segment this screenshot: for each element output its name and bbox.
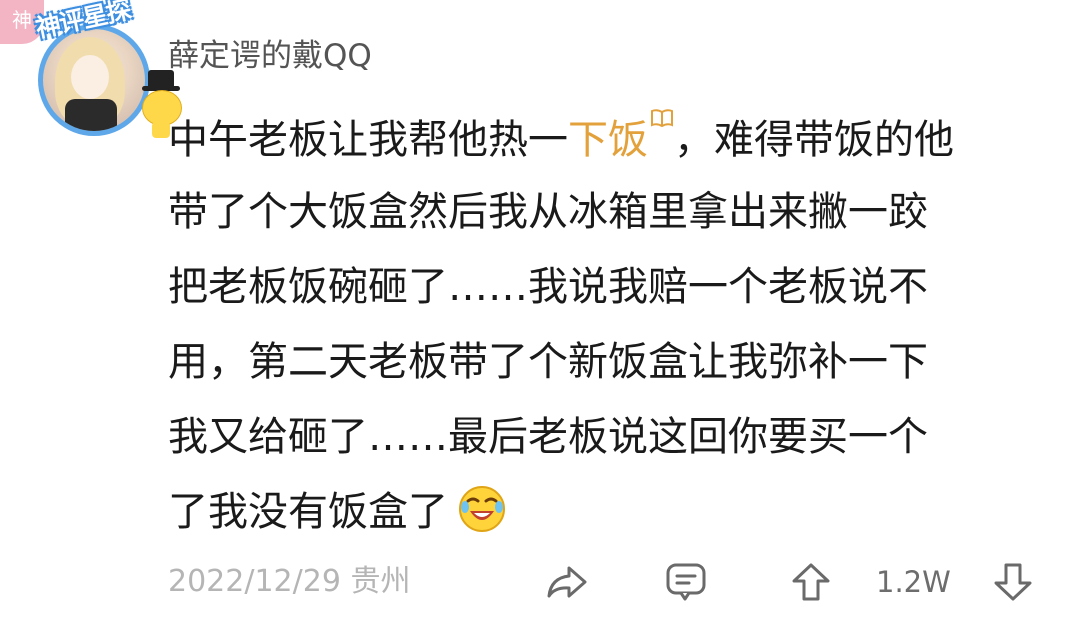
downvote-button[interactable] [992, 560, 1034, 604]
share-button[interactable] [545, 560, 589, 604]
comment-line: 带了个大饭盒然后我从冰箱里拿出来撇一跤 [168, 189, 928, 235]
post-date-location: 2022/12/29 贵州 [168, 564, 411, 599]
comment-line: 我又给砸了……最后老板说这回你要买一个 [168, 414, 928, 460]
comment-button[interactable] [665, 560, 707, 604]
vote-count: 1.2W [876, 565, 951, 599]
book-icon [651, 109, 673, 128]
comment-text-segment: ，难得带饭的他 [674, 117, 954, 163]
comment-line: 把老板饭碗砸了……我说我赔一个老板说不 [168, 264, 928, 310]
keyword-link[interactable]: 下饭 [568, 109, 674, 163]
comment-bubble-icon [666, 563, 706, 601]
comment-line: 了我没有饭盒了 [168, 482, 1048, 542]
comment-text-segment: 中午老板让我帮他热一 [168, 117, 568, 163]
share-arrow-icon [547, 566, 587, 598]
username[interactable]: 薛定谔的戴QQ [168, 36, 372, 76]
upvote-button[interactable] [790, 560, 832, 604]
arrow-down-icon [994, 563, 1032, 601]
keyword-link-text[interactable]: 下饭 [568, 117, 648, 163]
comment-text-segment: 了我没有饭盒了 [168, 489, 448, 535]
comment-line: 用，第二天老板带了个新饭盒让我弥补一下 [168, 339, 928, 385]
avatar[interactable]: 神评星探 [30, 0, 182, 140]
comment-text: 中午老板让我帮他热一下饭 ，难得带饭的他 带了个大饭盒然后我从冰箱里拿出来撇一跤 … [168, 107, 1048, 542]
comment-line: 中午老板让我帮他热一下饭 ，难得带饭的他 [168, 107, 1048, 167]
arrow-up-icon [792, 563, 830, 601]
laughing-crying-emoji-icon [459, 486, 505, 532]
